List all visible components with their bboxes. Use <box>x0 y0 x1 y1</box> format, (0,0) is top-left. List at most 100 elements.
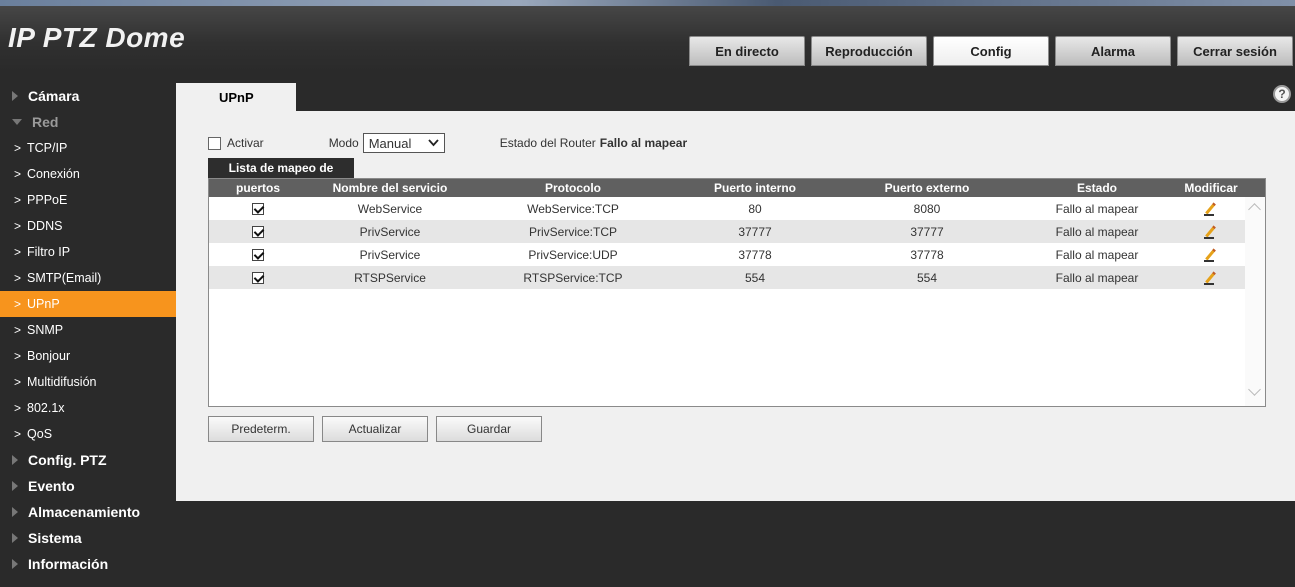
service-name: WebService <box>357 201 423 216</box>
pencil-edit-icon[interactable] <box>1204 202 1218 216</box>
mode-select[interactable]: Manual <box>362 133 445 153</box>
chevron-right-icon: > <box>14 297 22 311</box>
edit-cell <box>1177 220 1245 243</box>
table-scrollbar[interactable] <box>1245 197 1265 406</box>
sidebar-group-info[interactable]: Información <box>0 551 176 577</box>
external-port: 37778 <box>910 247 944 262</box>
sidebar-item-ip-filter[interactable]: > Filtro IP <box>0 239 176 265</box>
chevron-right-icon: > <box>14 427 22 441</box>
nav-logout-button[interactable]: Cerrar sesión <box>1177 36 1293 66</box>
sidebar-item-label: UPnP <box>27 297 60 311</box>
sidebar-group-label: Sistema <box>28 530 82 546</box>
sidebar-item-label: TCP/IP <box>27 141 68 155</box>
help-icon[interactable]: ? <box>1273 85 1291 103</box>
sidebar-item-label: SMTP(Email) <box>27 271 102 285</box>
sidebar-item-connection[interactable]: > Conexión <box>0 161 176 187</box>
column-header: Estado <box>1076 181 1117 195</box>
sidebar: Cámara Red > TCP/IP > Conexión > PPPoE > DDN… <box>0 83 176 577</box>
sidebar-item-qos[interactable]: > QoS <box>0 421 176 447</box>
protocol: PrivService:TCP <box>528 224 617 239</box>
router-status-value: Fallo al mapear <box>599 136 688 150</box>
enable-checkbox[interactable] <box>208 136 221 150</box>
nav-alarm-button[interactable]: Alarma <box>1055 36 1171 66</box>
status: Fallo al mapear <box>1055 224 1139 239</box>
chevron-right-icon: > <box>14 401 22 415</box>
mode-select-value: Manual <box>368 135 412 151</box>
sidebar-item-label: Bonjour <box>27 349 71 363</box>
sidebar-item-8021x[interactable]: >802.1x <box>0 395 176 421</box>
collapsed-triangle-icon <box>12 481 18 491</box>
content-panel: Activar Modo Manual Estado del Router Fa… <box>176 111 1295 501</box>
row-checkbox[interactable] <box>252 225 264 238</box>
column-header: Nombre del servicio <box>332 181 448 195</box>
sidebar-item-snmp[interactable]: > SNMP <box>0 317 176 343</box>
sidebar-item-label: Conexión <box>27 167 80 181</box>
collapsed-triangle-icon <box>12 91 18 101</box>
sidebar-item-upnp[interactable]: > UPnP <box>0 291 176 317</box>
row-checkbox[interactable] <box>252 271 264 284</box>
sidebar-item-tcpip[interactable]: > TCP/IP <box>0 135 176 161</box>
protocol: PrivService:UDP <box>528 247 618 262</box>
sidebar-group-event[interactable]: Evento <box>0 473 176 499</box>
scroll-down-icon[interactable] <box>1248 383 1261 396</box>
pencil-edit-icon[interactable] <box>1204 248 1218 262</box>
mode-label: Modo <box>328 136 359 150</box>
external-port: 554 <box>916 270 938 285</box>
internal-port: 37778 <box>738 247 772 262</box>
mapping-table: puertos Nombre del servicio Protocolo Pu… <box>208 178 1266 407</box>
sidebar-item-smtp[interactable]: > SMTP(Email) <box>0 265 176 291</box>
sidebar-group-network[interactable]: Red <box>0 109 176 135</box>
save-button[interactable]: Guardar <box>436 416 542 442</box>
chevron-right-icon: > <box>14 219 22 233</box>
collapsed-triangle-icon <box>12 455 18 465</box>
nav-config-button[interactable]: Config <box>933 36 1049 66</box>
default-button[interactable]: Predeterm. <box>208 416 314 442</box>
chevron-right-icon: > <box>14 141 22 155</box>
sidebar-item-label: 802.1x <box>27 401 65 415</box>
protocol: WebService:TCP <box>527 201 619 216</box>
expanded-triangle-icon <box>12 119 22 125</box>
scroll-up-icon[interactable] <box>1248 203 1261 216</box>
refresh-button[interactable]: Actualizar <box>322 416 428 442</box>
chevron-down-icon <box>428 139 439 147</box>
table-row: PrivService PrivService:TCP 37777 37777 … <box>209 220 1245 243</box>
row-check-cell <box>209 266 307 289</box>
service-name: PrivService <box>359 224 421 239</box>
chevron-right-icon: > <box>14 323 22 337</box>
pencil-edit-icon[interactable] <box>1204 225 1218 239</box>
chevron-right-icon: > <box>14 167 22 181</box>
sidebar-group-system[interactable]: Sistema <box>0 525 176 551</box>
sidebar-group-label: Información <box>28 556 109 572</box>
header: IP PTZ Dome En directo Reproducción Conf… <box>0 0 1295 72</box>
row-checkbox[interactable] <box>252 248 264 261</box>
sidebar-group-storage[interactable]: Almacenamiento <box>0 499 176 525</box>
nav-playback-button[interactable]: Reproducción <box>811 36 927 66</box>
sidebar-item-label: Filtro IP <box>27 245 71 259</box>
internal-port: 80 <box>748 201 762 216</box>
pencil-edit-icon[interactable] <box>1204 271 1218 285</box>
sidebar-group-ptz[interactable]: Config. PTZ <box>0 447 176 473</box>
status: Fallo al mapear <box>1055 270 1139 285</box>
column-header: Modificar <box>1184 181 1238 195</box>
sidebar-item-multicast[interactable]: > Multidifusión <box>0 369 176 395</box>
sidebar-item-bonjour[interactable]: > Bonjour <box>0 343 176 369</box>
row-checkbox[interactable] <box>252 202 264 215</box>
status: Fallo al mapear <box>1055 201 1139 216</box>
enable-label: Activar <box>227 136 264 150</box>
nav-live-button[interactable]: En directo <box>689 36 805 66</box>
sidebar-group-label: Evento <box>28 478 75 494</box>
mapping-list-tab: Lista de mapeo de <box>208 158 354 178</box>
chevron-right-icon: > <box>14 375 22 389</box>
chevron-right-icon: > <box>14 349 22 363</box>
sidebar-item-pppoe[interactable]: > PPPoE <box>0 187 176 213</box>
table-row: PrivService PrivService:UDP 37778 37778 … <box>209 243 1245 266</box>
table-row: RTSPService RTSPService:TCP 554 554 Fall… <box>209 266 1245 289</box>
service-name: PrivService <box>359 247 421 262</box>
protocol: RTSPService:TCP <box>523 270 623 285</box>
sidebar-item-ddns[interactable]: > DDNS <box>0 213 176 239</box>
tab-upnp[interactable]: UPnP <box>176 83 296 111</box>
status: Fallo al mapear <box>1055 247 1139 262</box>
service-name: RTSPService <box>354 270 426 285</box>
sidebar-group-label: Config. PTZ <box>28 452 107 468</box>
sidebar-group-camera[interactable]: Cámara <box>0 83 176 109</box>
